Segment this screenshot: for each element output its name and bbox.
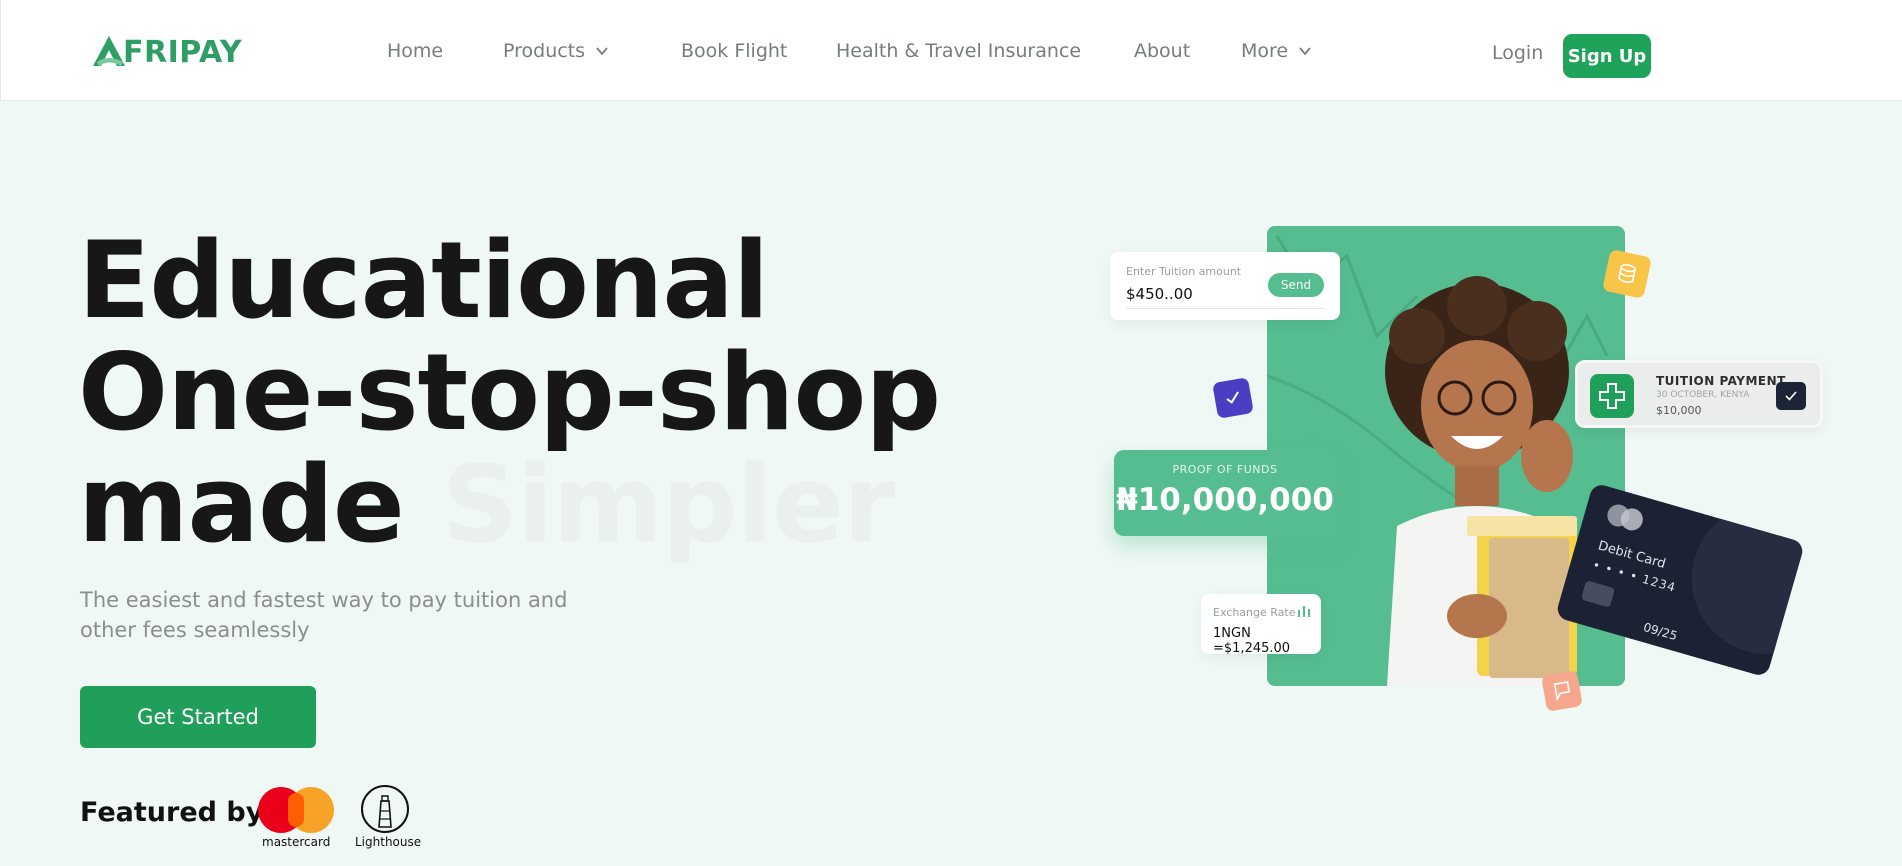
check-icon <box>1226 391 1239 404</box>
database-icon <box>1618 264 1636 283</box>
proof-of-funds-value: ₦10,000,000 <box>1116 482 1334 518</box>
headline-made: made <box>78 443 405 566</box>
proof-of-funds-card: PROOF OF FUNDS ₦10,000,000 <box>1114 450 1336 536</box>
exchange-rate-value: 1NGN =$1,245.00 <box>1213 626 1291 656</box>
nav-home-label: Home <box>387 40 444 62</box>
exchange-rate-card: Exchange Rate 1NGN =$1,245.00 <box>1201 594 1321 656</box>
headline-line-2: One-stop-shop <box>78 331 941 454</box>
headline-line-1: Educational <box>78 219 769 342</box>
tuition-amount-card: Enter Tuition amount $450..00 Send <box>1110 252 1340 320</box>
tuition-input-underline <box>1126 308 1324 309</box>
nav-home[interactable]: Home <box>387 40 443 62</box>
card-chip-icon <box>1580 580 1616 608</box>
brand-name: FRIPAY <box>123 34 243 70</box>
tuition-payment-title: TUITION PAYMENT <box>1656 374 1786 388</box>
nav-health-travel-insurance[interactable]: Health & Travel Insurance <box>836 40 1081 62</box>
hero-headline: Educational One-stop-shop made Simpler <box>78 219 941 561</box>
nav-products[interactable]: Products <box>503 40 609 62</box>
tuition-payment-card: TUITION PAYMENT 30 OCTOBER, KENYA $10,00… <box>1575 360 1823 428</box>
login-link[interactable]: Login <box>1492 42 1543 64</box>
get-started-button[interactable]: Get Started <box>80 686 316 748</box>
brand-logo[interactable]: FRIPAY <box>89 30 242 74</box>
headline-rotating-word: Simpler <box>441 443 896 566</box>
bar-chart-icon <box>1298 606 1310 617</box>
tuition-payment-date: 30 OCTOBER, KENYA <box>1656 390 1750 400</box>
exchange-rate-label: Exchange Rate <box>1213 606 1296 619</box>
plus-icon <box>1590 374 1634 418</box>
top-navbar: FRIPAY Home Products Book Flight Health … <box>0 0 1902 101</box>
purple-check-badge <box>1212 377 1254 419</box>
pink-flag-badge <box>1541 670 1583 712</box>
hero-subtitle: The easiest and fastest way to pay tuiti… <box>80 588 568 642</box>
send-button: Send <box>1268 273 1324 297</box>
signup-button[interactable]: Sign Up <box>1563 34 1651 78</box>
nav-insurance-label: Health & Travel Insurance <box>836 40 1082 62</box>
featured-by-label: Featured by <box>80 797 264 828</box>
tuition-payment-amount: $10,000 <box>1656 404 1702 417</box>
nav-about-label: About <box>1134 40 1191 62</box>
nav-products-label: Products <box>503 40 586 62</box>
flag-icon <box>1553 680 1571 702</box>
tuition-amount-value: $450..00 <box>1126 285 1193 303</box>
mastercard-logo-icon: mastercard <box>258 785 338 849</box>
nav-more[interactable]: More <box>1241 40 1312 62</box>
check-icon <box>1776 382 1806 410</box>
lighthouse-logo-icon: Lighthouse <box>355 785 421 849</box>
debit-card-expiry: 09/25 <box>1641 620 1679 644</box>
chevron-down-icon <box>596 47 608 56</box>
nav-more-label: More <box>1241 40 1289 62</box>
chevron-down-icon <box>1299 47 1311 56</box>
afripay-a-logo-icon <box>93 36 125 66</box>
mastercard-label: mastercard <box>262 835 331 849</box>
tuition-amount-label: Enter Tuition amount <box>1126 265 1242 278</box>
nav-book-flight[interactable]: Book Flight <box>681 40 787 62</box>
lighthouse-tower-icon <box>378 795 392 828</box>
nav-book-flight-label: Book Flight <box>681 40 788 62</box>
lighthouse-label: Lighthouse <box>355 835 422 849</box>
headline-line-3: made Simpler <box>78 449 940 561</box>
yellow-database-badge <box>1602 249 1652 299</box>
nav-about[interactable]: About <box>1134 40 1190 62</box>
proof-of-funds-label: PROOF OF FUNDS <box>1172 463 1278 476</box>
